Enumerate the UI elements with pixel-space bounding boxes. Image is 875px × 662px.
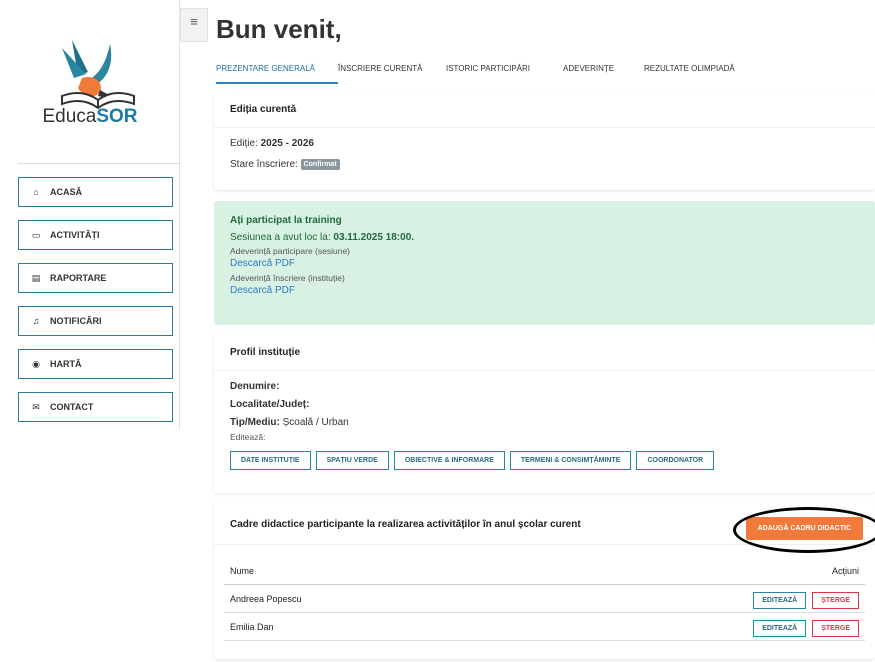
name-label: Denumire: [230, 381, 280, 392]
tab-bar: PREZENTARE GENERALĂ ÎNSCRIERE CURENTĂ IS… [216, 58, 754, 84]
download-pdf-institution-link[interactable]: Descarcă PDF [230, 285, 859, 296]
sidebar-item-label: HARTĂ [50, 359, 82, 369]
sidebar-divider [18, 163, 180, 164]
locality-label: Localitate/Județ: [230, 399, 310, 410]
sidebar-item-acasa[interactable]: ⌂ ACASĂ [18, 177, 173, 207]
table-header: Nume Acțiuni [224, 557, 865, 585]
date-institutie-button[interactable]: DATE INSTITUȚIE [230, 451, 311, 470]
edition-value: 2025 - 2026 [260, 138, 314, 149]
spatiu-verde-button[interactable]: SPAȚIU VERDE [315, 451, 389, 470]
edit-label: Editează: [230, 432, 266, 442]
edition-card-title: Ediția curentă [214, 92, 875, 128]
table-row: Emilia Dan EDITEAZĂ ȘTERGE [224, 613, 865, 641]
delete-teacher-button[interactable]: ȘTERGE [812, 591, 859, 609]
edition-line: Ediție: 2025 - 2026 [230, 138, 314, 149]
hamburger-icon: ≡ [190, 14, 198, 29]
delete-teacher-button[interactable]: ȘTERGE [812, 619, 859, 637]
tab-rezultate-olimpiada[interactable]: REZULTATE OLIMPIADĂ [644, 58, 754, 84]
map-pin-icon: ◉ [32, 358, 40, 369]
brand-name: EducaSOR [42, 106, 138, 127]
training-title: Ați participat la training [230, 215, 342, 226]
mail-icon: ✉ [32, 401, 40, 412]
sidebar-item-label: NOTIFICĂRI [50, 316, 102, 326]
sidebar-menu: ⌂ ACASĂ ▭ ACTIVITĂȚI ▤ RAPORTARE ♫ NOTIFICĂR… [18, 177, 173, 435]
sidebar-item-notificari[interactable]: ♫ NOTIFICĂRI [18, 306, 173, 336]
edition-card: Ediția curentă Ediție: 2025 - 2026 Stare… [214, 92, 875, 190]
profile-edit-buttons: DATE INSTITUȚIE SPAȚIU VERDE OBIECTIVE & I… [230, 449, 859, 470]
document-icon: ▤ [31, 272, 41, 283]
column-header-actions: Acțiuni [831, 565, 859, 576]
sidebar-item-label: CONTACT [50, 402, 94, 412]
sidebar-item-contact[interactable]: ✉ CONTACT [18, 392, 173, 422]
sidebar-item-label: ACASĂ [50, 187, 83, 197]
tab-prezentare-generala[interactable]: PREZENTARE GENERALĂ [216, 58, 338, 84]
edit-teacher-button[interactable]: EDITEAZĂ [753, 619, 807, 637]
training-card: Ați participat la training Sesiunea a av… [214, 201, 875, 325]
bell-icon: ♫ [32, 316, 40, 326]
home-icon: ⌂ [33, 187, 39, 197]
download-pdf-session-link[interactable]: Descarcă PDF [230, 258, 859, 269]
sidebar-item-label: RAPORTARE [50, 273, 107, 283]
status-badge: Confirmat [300, 159, 340, 170]
tab-inscriere-curenta[interactable]: ÎNSCRIERE CURENTĂ [338, 58, 446, 84]
sidebar-item-harta[interactable]: ◉ HARTĂ [18, 349, 173, 379]
teachers-card: Cadre didactice participante la realizar… [214, 503, 875, 659]
sidebar: EducaSOR ⌂ ACASĂ ▭ ACTIVITĂȚI ▤ RAPORTARE ♫… [0, 0, 180, 430]
table-row: Andreea Popescu EDITEAZĂ ȘTERGE [224, 585, 865, 613]
tab-adeverinte[interactable]: ADEVERINȚE [563, 58, 644, 84]
tab-istoric-participari[interactable]: ISTORIC PARTICIPĂRI [446, 58, 563, 84]
teacher-name: Andreea Popescu [230, 593, 302, 604]
sidebar-toggle-button[interactable]: ≡ [180, 8, 208, 42]
calendar-icon: ▭ [31, 229, 41, 240]
session-line: Sesiunea a avut loc la: 03.11.2025 18:00… [230, 232, 415, 243]
sidebar-item-raportare[interactable]: ▤ RAPORTARE [18, 263, 173, 293]
sidebar-item-label: ACTIVITĂȚI [50, 230, 100, 240]
termeni-consimtaminte-button[interactable]: TERMENI & CONSIMȚĂMINTE [509, 451, 632, 470]
column-header-name: Nume [230, 565, 255, 576]
teacher-name: Emilia Dan [230, 621, 274, 632]
cert-institution-label: Adeverință înscriere (instituție) [230, 273, 345, 283]
obiective-informare-button[interactable]: OBIECTIVE & INFORMARE [393, 451, 505, 470]
coordonator-button[interactable]: COORDONATOR [636, 451, 715, 470]
highlight-circle [733, 507, 875, 553]
sidebar-item-activitati[interactable]: ▭ ACTIVITĂȚI [18, 220, 173, 250]
edit-teacher-button[interactable]: EDITEAZĂ [753, 591, 807, 609]
profile-card-title: Profil instituție [214, 335, 875, 371]
cert-session-label: Adeverință participare (sesiune) [230, 246, 351, 256]
type-line: Tip/Mediu: Școală / Urban [230, 417, 349, 428]
page-title: Bun venit, [216, 14, 342, 44]
status-line: Stare înscriere: Confirmat [230, 159, 859, 170]
institution-profile-card: Profil instituție Denumire: Localitate/J… [214, 335, 875, 493]
